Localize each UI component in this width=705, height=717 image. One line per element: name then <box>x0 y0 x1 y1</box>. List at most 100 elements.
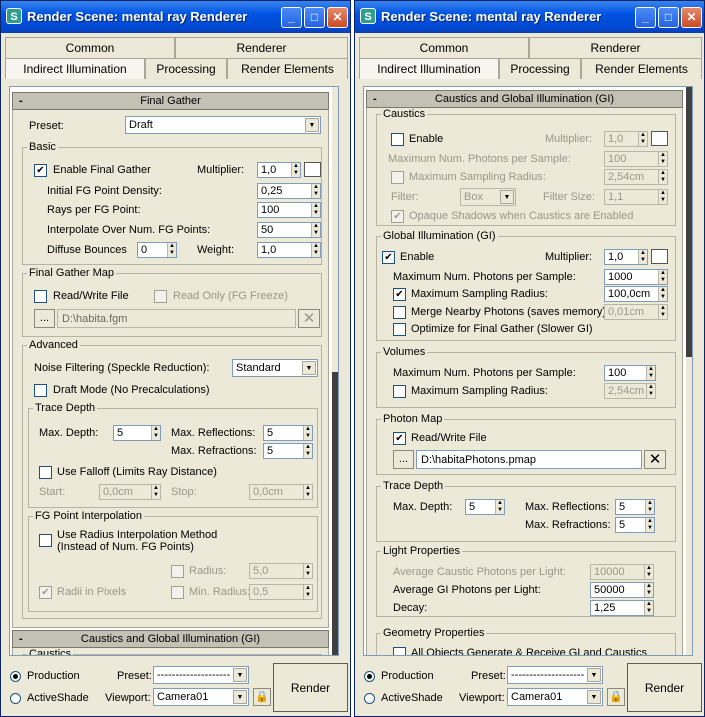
fg-map-path-field[interactable]: D:\habita.fgm <box>57 309 296 328</box>
close-icon[interactable]: ✕ <box>681 7 702 28</box>
filter-size-spinner[interactable]: 1,1 ▲ ▼ <box>604 189 668 205</box>
browse-button[interactable]: ... <box>34 309 55 328</box>
tab-processing[interactable]: Processing <box>499 58 581 79</box>
maximize-icon[interactable]: □ <box>304 7 325 28</box>
tab-common[interactable]: Common <box>5 37 175 58</box>
bounces-spinner[interactable]: 0 ▲ ▼ <box>137 242 177 258</box>
rays-spinner[interactable]: 100 ▲ ▼ <box>257 202 321 218</box>
scrollbar[interactable] <box>686 87 692 655</box>
tab-render-elements[interactable]: Render Elements <box>227 58 348 79</box>
gi-multiplier-spinner[interactable]: 1,0 ▲ ▼ <box>604 249 648 265</box>
caustics-photons-spinner[interactable]: 100 ▲ ▼ <box>604 151 668 167</box>
use-falloff-checkbox[interactable] <box>39 466 52 479</box>
radii-in-pixels-checkbox[interactable]: ✔ <box>39 586 52 599</box>
start-spinner[interactable]: 0,0cm ▲ ▼ <box>99 484 161 500</box>
viewport-dropdown[interactable]: Camera01 ▼ <box>507 688 603 706</box>
gi-photons-spinner[interactable]: 50000 ▲ ▼ <box>590 582 654 598</box>
stop-spinner[interactable]: 0,0cm ▲ ▼ <box>249 484 313 500</box>
max-depth-spinner[interactable]: 5 ▲ ▼ <box>113 425 161 441</box>
minimize-icon[interactable]: _ <box>281 7 302 28</box>
gi-radius-checkbox[interactable]: ✔ <box>393 288 406 301</box>
min-radius-spinner[interactable]: 0,5 ▲ ▼ <box>249 584 313 600</box>
volumes-radius-spinner[interactable]: 2,54cm ▲ ▼ <box>604 383 656 399</box>
min-radius-checkbox[interactable] <box>171 586 184 599</box>
photon-map-read-write-checkbox[interactable]: ✔ <box>393 432 406 445</box>
max-refractions-spinner[interactable]: 5 ▲ ▼ <box>263 443 313 459</box>
photon-map-path-field[interactable]: D:\habitaPhotons.pmap <box>416 450 642 469</box>
final-gather-rollout-header[interactable]: - Final Gather <box>12 92 329 110</box>
scrollbar-thumb[interactable] <box>332 372 338 655</box>
geometry-properties-group: Geometry Properties All Objects Generate… <box>376 627 676 655</box>
decay-spinner[interactable]: 1,25 ▲ ▼ <box>590 600 654 616</box>
weight-spinner[interactable]: 1,0 ▲ ▼ <box>257 242 321 258</box>
preset-dropdown[interactable]: -------------------- ▼ <box>153 666 249 684</box>
tab-renderer[interactable]: Renderer <box>175 37 348 58</box>
opaque-shadows-checkbox[interactable]: ✔ <box>391 210 404 223</box>
browse-button[interactable]: ... <box>393 450 414 469</box>
caustics-multiplier-spinner[interactable]: 1,0 ▲ ▼ <box>604 131 648 147</box>
max-depth-spinner[interactable]: 5 ▲ ▼ <box>465 499 505 515</box>
max-reflections-spinner[interactable]: 5 ▲ ▼ <box>263 425 313 441</box>
merge-photons-checkbox[interactable] <box>393 306 406 319</box>
caustics-enable-checkbox[interactable] <box>391 133 404 146</box>
preset-dropdown[interactable]: -------------------- ▼ <box>507 666 603 684</box>
render-button[interactable]: Render <box>627 663 702 712</box>
minimize-icon[interactable]: _ <box>635 7 656 28</box>
noise-filter-dropdown[interactable]: Standard ▼ <box>232 359 318 377</box>
all-objects-checkbox[interactable] <box>393 647 406 655</box>
lock-icon[interactable]: 🔒 <box>607 688 625 706</box>
production-radio[interactable] <box>10 671 21 682</box>
title-bar[interactable]: S Render Scene: mental ray Renderer _ □ … <box>355 1 704 33</box>
gi-photons-spinner[interactable]: 1000 ▲ ▼ <box>604 269 668 285</box>
read-write-checkbox[interactable] <box>34 290 47 303</box>
radius-interpolation-checkbox[interactable] <box>39 534 52 547</box>
fg-density-spinner[interactable]: 0,25 ▲ ▼ <box>257 183 321 199</box>
read-write-label: Read/Write File <box>411 432 487 444</box>
title-bar[interactable]: S Render Scene: mental ray Renderer _ □ … <box>1 1 350 33</box>
production-radio[interactable] <box>364 671 375 682</box>
fg-multiplier-spinner[interactable]: 1,0 ▲ ▼ <box>257 162 301 178</box>
draft-mode-checkbox[interactable] <box>34 384 47 397</box>
gi-color-swatch[interactable] <box>651 249 668 264</box>
draft-mode-label: Draft Mode (No Precalculations) <box>53 384 210 396</box>
tab-common[interactable]: Common <box>359 37 529 58</box>
max-refractions-spinner[interactable]: 5 ▲ ▼ <box>615 517 655 533</box>
activeshade-radio[interactable] <box>10 693 21 704</box>
caustics-radius-spinner[interactable]: 2,54cm ▲ ▼ <box>604 169 668 185</box>
max-reflections-spinner[interactable]: 5 ▲ ▼ <box>615 499 655 515</box>
merge-photons-spinner[interactable]: 0,01cm ▲ ▼ <box>604 304 668 320</box>
radius-checkbox[interactable] <box>171 565 184 578</box>
tab-indirect-illumination[interactable]: Indirect Illumination <box>5 58 145 79</box>
preset-dropdown[interactable]: Draft ▼ <box>125 116 321 134</box>
caustic-photons-spinner[interactable]: 10000 ▲ ▼ <box>590 564 654 580</box>
viewport-dropdown[interactable]: Camera01 ▼ <box>153 688 249 706</box>
gi-enable-checkbox[interactable]: ✔ <box>382 251 395 264</box>
caustics-gi-rollout-header[interactable]: - Caustics and Global Illumination (GI) <box>366 90 683 108</box>
caustics-gi-rollout-header[interactable]: - Caustics and Global Illumination (GI) <box>12 630 329 648</box>
close-icon[interactable]: ✕ <box>327 7 348 28</box>
lock-icon[interactable]: 🔒 <box>253 688 271 706</box>
fg-color-swatch[interactable] <box>304 162 321 177</box>
scrollbar[interactable] <box>332 87 338 655</box>
tab-renderer[interactable]: Renderer <box>529 37 702 58</box>
tab-indirect-illumination[interactable]: Indirect Illumination <box>359 58 499 79</box>
volumes-photons-spinner[interactable]: 100 ▲ ▼ <box>604 365 656 381</box>
interpolate-spinner[interactable]: 50 ▲ ▼ <box>257 222 321 238</box>
filter-dropdown[interactable]: Box ▼ <box>460 188 516 206</box>
clear-path-icon[interactable]: ✕ <box>644 450 666 469</box>
caustics-radius-checkbox[interactable] <box>391 171 404 184</box>
gi-radius-spinner[interactable]: 100,0cm ▲ ▼ <box>604 286 668 302</box>
volumes-radius-checkbox[interactable] <box>393 385 406 398</box>
radius-spinner[interactable]: 5,0 ▲ ▼ <box>249 563 313 579</box>
enable-final-gather-checkbox[interactable]: ✔ <box>34 164 47 177</box>
tab-render-elements[interactable]: Render Elements <box>581 58 702 79</box>
caustics-color-swatch[interactable] <box>651 131 668 146</box>
clear-path-icon[interactable]: ✕ <box>298 309 320 328</box>
tab-processing[interactable]: Processing <box>145 58 227 79</box>
scrollbar-thumb[interactable] <box>686 87 692 357</box>
maximize-icon[interactable]: □ <box>658 7 679 28</box>
read-only-checkbox[interactable] <box>154 290 167 303</box>
optimize-fg-checkbox[interactable] <box>393 323 406 336</box>
render-button[interactable]: Render <box>273 663 348 712</box>
activeshade-radio[interactable] <box>364 693 375 704</box>
